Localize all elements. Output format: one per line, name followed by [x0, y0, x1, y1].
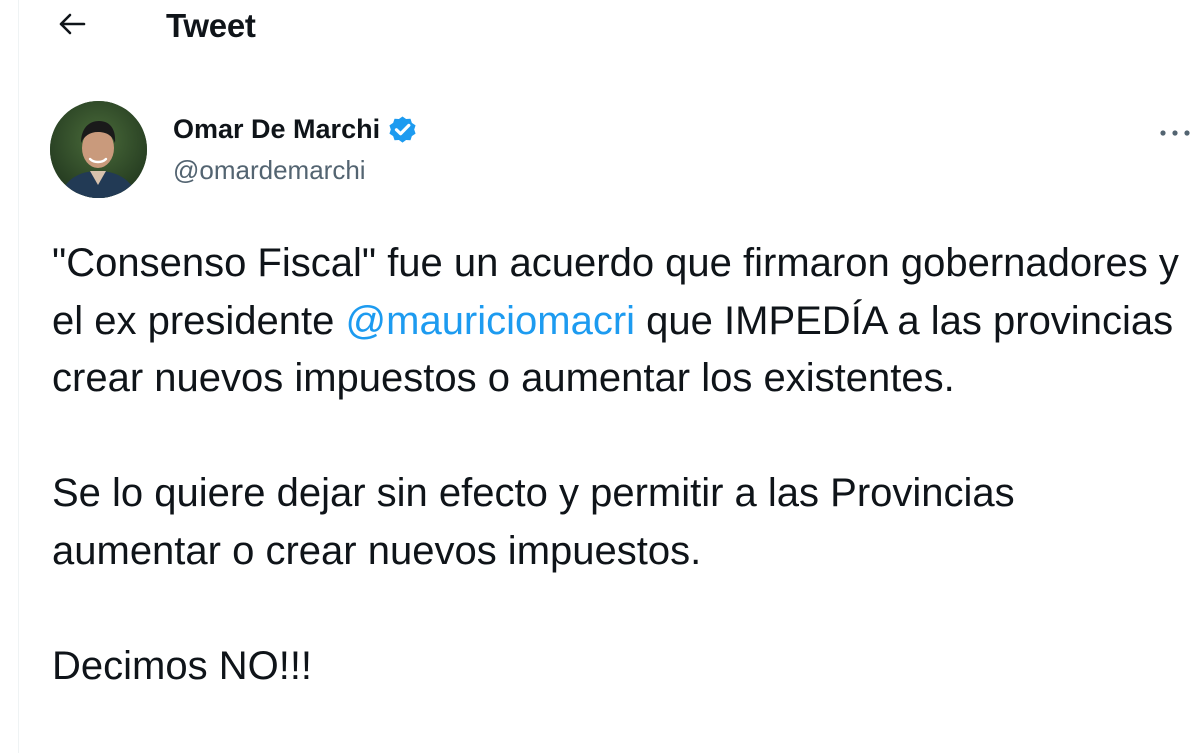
avatar[interactable]: [50, 101, 147, 198]
verified-badge-icon: [386, 113, 419, 146]
back-button[interactable]: [50, 6, 94, 46]
page-title: Tweet: [166, 7, 256, 44]
tweet-text: "Consenso Fiscal" fue un acuerdo que fir…: [52, 235, 1192, 695]
author-handle[interactable]: @omardemarchi: [173, 153, 366, 187]
tweet-paragraph: Se lo quiere dejar sin efecto y permitir…: [52, 471, 1015, 573]
more-options-button[interactable]: [1158, 114, 1200, 154]
author-name-row: Omar De Marchi: [173, 112, 419, 146]
author-display-name[interactable]: Omar De Marchi: [173, 112, 380, 146]
tweet-paragraph: Decimos NO!!!: [52, 643, 313, 688]
tweet-paragraph: "Consenso Fiscal" fue un acuerdo que fir…: [52, 235, 1192, 408]
arrow-left-icon: [58, 12, 86, 41]
mention-link[interactable]: @mauriciomacri: [346, 299, 636, 343]
tweet-page: Tweet Omar De Marchi @omardemarchi "Cons…: [0, 0, 1200, 753]
column-divider: [18, 0, 19, 753]
header-bar: Tweet: [0, 0, 1200, 56]
more-horizontal-icon: [1158, 125, 1198, 143]
